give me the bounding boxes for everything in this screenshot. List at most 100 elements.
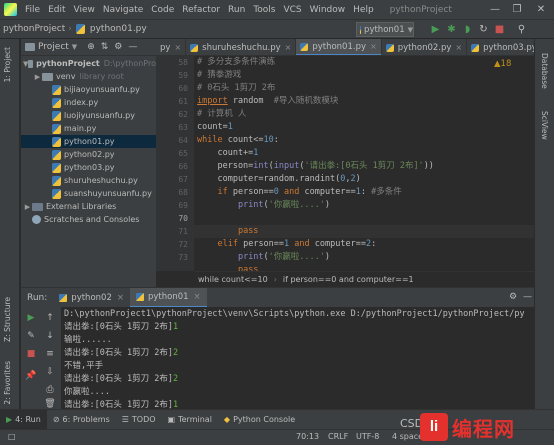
- todo-icon: ☰: [121, 415, 129, 424]
- gear-icon[interactable]: ⚙: [509, 292, 517, 302]
- tree-item-label: pythonProject: [36, 59, 100, 68]
- run-config-label: python01: [364, 24, 405, 35]
- tool-run[interactable]: ▶ 4: Run: [0, 409, 47, 430]
- close-button[interactable]: ✕: [532, 0, 550, 19]
- menu-refactor[interactable]: Refactor: [178, 5, 224, 15]
- close-icon[interactable]: ×: [117, 293, 124, 303]
- project-tool-tab[interactable]: 1: Project: [3, 47, 12, 82]
- status-icon[interactable]: □: [8, 432, 16, 441]
- breadcrumb-if[interactable]: if person==0 and computer==1: [283, 275, 414, 284]
- editor-tab[interactable]: shuruheshuchu.py ×: [186, 39, 297, 55]
- print-icon[interactable]: ⎙: [43, 383, 57, 397]
- code-line: print('你嬴啦....'): [237, 200, 331, 210]
- chevron-down-icon[interactable]: ▼: [72, 43, 77, 51]
- run-icon[interactable]: ▶: [429, 23, 442, 36]
- code-editor[interactable]: # 多分支多条件演练 # 猜拳游戏 # 0石头 1剪刀 2布 import ra…: [194, 56, 534, 271]
- breadcrumb-while[interactable]: while count<=10: [198, 275, 268, 284]
- console-user-input: 1: [172, 400, 179, 409]
- scroll-to-end-icon[interactable]: ⇩: [43, 365, 57, 379]
- coverage-icon[interactable]: ◗: [461, 23, 474, 36]
- editor-tab[interactable]: python02.py ×: [382, 39, 468, 55]
- wrench-icon[interactable]: ✎: [24, 329, 38, 343]
- nav-file[interactable]: python01.py: [87, 24, 150, 34]
- tree-item[interactable]: luojiyunsuanfu.py: [21, 109, 156, 122]
- tree-item[interactable]: ▶ External Libraries: [21, 200, 156, 213]
- stop-icon[interactable]: ■: [493, 23, 506, 36]
- collapse-icon[interactable]: ⇅: [101, 42, 109, 52]
- tool-python-console[interactable]: ◆ Python Console: [218, 410, 301, 430]
- menu-help[interactable]: Help: [349, 5, 378, 15]
- tool-terminal[interactable]: ▣ Terminal: [162, 410, 218, 430]
- minimize-button[interactable]: —: [486, 0, 504, 19]
- chevron-right-icon[interactable]: ▶: [33, 73, 42, 81]
- database-tool-tab[interactable]: Database: [540, 53, 549, 89]
- run-tab-python02[interactable]: python02 ×: [53, 288, 130, 308]
- close-icon[interactable]: ×: [194, 292, 201, 302]
- console-text: 请出拳:[0石头 1剪刀 2布]: [64, 374, 173, 384]
- debug-icon[interactable]: ✱: [445, 23, 458, 36]
- gear-icon[interactable]: ⚙: [114, 42, 122, 52]
- tree-item[interactable]: python01.py: [21, 135, 156, 148]
- tree-item[interactable]: ▶ venv library root: [21, 70, 156, 83]
- run-console[interactable]: D:\pythonProject1\pythonProject\venv\Scr…: [61, 307, 534, 409]
- file-encoding[interactable]: UTF-8: [356, 432, 379, 441]
- caret-position[interactable]: 70:13: [296, 432, 319, 441]
- run-panel-label: Run:: [27, 292, 48, 303]
- menu-tools[interactable]: Tools: [249, 5, 279, 15]
- maximize-button[interactable]: ❐: [508, 0, 526, 19]
- tree-item[interactable]: bijiaoyunsuanfu.py: [21, 83, 156, 96]
- hide-icon[interactable]: —: [128, 42, 137, 52]
- tree-item[interactable]: python03.py: [21, 161, 156, 174]
- hide-icon[interactable]: —: [523, 292, 532, 302]
- tree-item[interactable]: index.py: [21, 96, 156, 109]
- menu-code[interactable]: Code: [147, 5, 178, 15]
- menu-view[interactable]: View: [70, 5, 99, 15]
- search-icon[interactable]: ⚲: [515, 23, 528, 36]
- scroll-up-icon[interactable]: ↑: [43, 311, 57, 325]
- locate-icon[interactable]: ⊕: [87, 42, 95, 52]
- favorites-tool-tab[interactable]: 2: Favorites: [3, 361, 12, 405]
- tool-problems[interactable]: ⊘ 6: Problems: [47, 410, 116, 430]
- navigation-bar: pythonProject › python01.py python01 ▼ ▶…: [0, 19, 554, 39]
- menu-navigate[interactable]: Navigate: [99, 5, 147, 15]
- structure-tool-tab[interactable]: Z: Structure: [3, 297, 12, 342]
- run-tab-python01[interactable]: python01 ×: [129, 287, 207, 308]
- scroll-down-icon[interactable]: ↓: [43, 329, 57, 343]
- tree-item[interactable]: Scratches and Consoles: [21, 213, 156, 226]
- project-panel-title[interactable]: Project: [38, 42, 69, 52]
- tree-item[interactable]: ▼ pythonProject D:\pythonPro: [21, 57, 156, 70]
- console-text: 不错,平手: [64, 361, 104, 371]
- pin-icon[interactable]: 📌: [24, 369, 38, 383]
- soft-wrap-icon[interactable]: ≡: [43, 347, 57, 361]
- editor-tab[interactable]: python03.py×: [467, 39, 534, 55]
- chevron-right-icon[interactable]: ▶: [23, 203, 32, 211]
- rerun-icon[interactable]: ▶: [24, 311, 38, 325]
- tree-item[interactable]: shuruheshuchu.py: [21, 174, 156, 187]
- line-separator[interactable]: CRLF: [328, 432, 348, 441]
- menu-vcs[interactable]: VCS: [279, 5, 305, 15]
- menu-edit[interactable]: Edit: [44, 5, 69, 15]
- tool-label: 4: Run: [15, 415, 41, 424]
- menu-file[interactable]: File: [21, 5, 44, 15]
- editor-tab[interactable]: python01.py ×: [296, 39, 382, 55]
- tree-item[interactable]: suanshuyunsuanfu.py: [21, 187, 156, 200]
- tree-item[interactable]: main.py: [21, 122, 156, 135]
- code-line: pass: [237, 226, 259, 236]
- close-icon[interactable]: ×: [285, 43, 292, 52]
- sciview-tool-tab[interactable]: SciView: [540, 111, 549, 140]
- close-icon[interactable]: ×: [370, 42, 377, 51]
- warning-count[interactable]: ▲18: [494, 59, 511, 69]
- line-number: 70: [178, 214, 188, 223]
- close-icon[interactable]: ×: [455, 43, 462, 52]
- stop-icon[interactable]: ■: [24, 347, 38, 361]
- profile-icon[interactable]: ↻: [477, 23, 490, 36]
- nav-project[interactable]: pythonProject: [0, 24, 68, 34]
- tree-item[interactable]: python02.py: [21, 148, 156, 161]
- run-config-select[interactable]: python01 ▼: [356, 22, 414, 37]
- editor-tab[interactable]: py ×: [156, 39, 187, 55]
- python-file-icon: [59, 293, 68, 302]
- menu-window[interactable]: Window: [306, 5, 350, 15]
- tool-todo[interactable]: ☰ TODO: [116, 410, 162, 430]
- close-icon[interactable]: ×: [174, 43, 181, 52]
- menu-run[interactable]: Run: [224, 5, 249, 15]
